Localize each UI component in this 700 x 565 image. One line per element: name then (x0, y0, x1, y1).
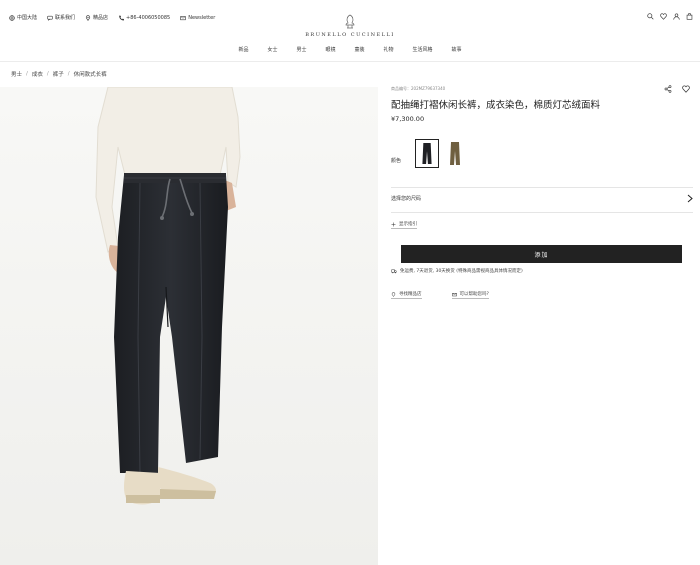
color-swatch-olive[interactable] (443, 139, 467, 168)
nav-item-men[interactable]: 男士 (296, 46, 306, 53)
main-nav: 新品 女士 男士 眼镜 童装 礼物 生活风格 故事 (0, 46, 700, 53)
nav-item-new[interactable]: 新品 (238, 46, 248, 53)
nav-item-eyewear[interactable]: 眼镜 (325, 46, 335, 53)
breadcrumb-clothing[interactable]: 成衣 (32, 70, 43, 78)
swatch-trousers-olive-icon (450, 142, 460, 165)
section-divider (391, 212, 693, 213)
nav-item-gifts[interactable]: 礼物 (384, 46, 394, 53)
size-guide-label: 显示指引 (399, 222, 417, 227)
shopping-bag-icon[interactable] (686, 13, 693, 20)
size-selector[interactable]: 选择您的尺码 (391, 194, 693, 203)
nav-item-kids[interactable]: 童装 (355, 46, 365, 53)
breadcrumb-separator: / (46, 71, 49, 77)
product-title: 配抽绳打褶休闲长裤，成衣染色，棉质灯芯绒面料 (391, 100, 601, 111)
section-divider (391, 187, 693, 188)
breadcrumb-separator: / (26, 71, 28, 77)
shipping-info: 免运费, 7天退货, 30天换货 (特殊商品需视商品具体情况而定) (391, 268, 523, 274)
brand-emblem-icon (345, 14, 355, 29)
color-label: 颜色 (391, 158, 402, 164)
size-guide-link[interactable]: 显示指引 (391, 221, 417, 229)
product-sku: 商品编号：202MZ79637340 (391, 86, 446, 91)
breadcrumb: 男士 / 成衣 / 裤子 / 休闲款式长裤 (11, 70, 107, 78)
header: 中国大陆 联系我们 精品店 +86-4006050085 Newsletter … (0, 0, 700, 62)
add-to-cart-button[interactable]: 添加 (401, 245, 682, 263)
delivery-icon (391, 269, 397, 274)
ruler-icon (391, 222, 396, 226)
heart-icon[interactable] (682, 85, 690, 93)
nav-item-lifestyle[interactable]: 生活风格 (413, 46, 433, 53)
need-help-label: 可以帮助您吗? (459, 292, 489, 297)
share-icon[interactable] (664, 85, 672, 93)
nav-item-stories[interactable]: 故事 (452, 46, 462, 53)
nav-item-women[interactable]: 女士 (267, 46, 277, 53)
wishlist-icon[interactable] (660, 13, 667, 20)
header-actions (647, 13, 693, 20)
size-selector-label: 选择您的尺码 (391, 196, 422, 202)
help-links: 寻找精品店 可以帮助您吗? (391, 291, 489, 299)
need-help-link[interactable]: 可以帮助您吗? (451, 291, 489, 299)
product-price: ¥7,300.00 (391, 115, 425, 123)
brand-wordmark: BRUNELLO CUCINELLI (305, 32, 395, 38)
chevron-right-icon (687, 194, 693, 203)
location-pin-icon (391, 291, 396, 297)
mail-icon (451, 292, 457, 296)
breadcrumb-men[interactable]: 男士 (11, 70, 22, 78)
product-photo-illustration (0, 87, 378, 565)
product-image[interactable] (0, 87, 378, 565)
header-divider (0, 61, 700, 62)
shipping-text: 免运费, 7天退货, 30天换货 (特殊商品需视商品具体情况而定) (400, 269, 523, 274)
breadcrumb-casual-trousers: 休闲款式长裤 (73, 72, 107, 78)
brand-logo[interactable]: BRUNELLO CUCINELLI (0, 14, 700, 38)
find-in-store-label: 寻找精品店 (399, 292, 422, 297)
search-icon[interactable] (647, 13, 654, 20)
swatch-trousers-dark-icon (422, 142, 432, 165)
breadcrumb-separator: / (67, 71, 70, 77)
account-icon[interactable] (673, 13, 680, 20)
find-in-store-link[interactable]: 寻找精品店 (391, 291, 422, 299)
color-swatch-navy[interactable] (415, 139, 439, 168)
breadcrumb-trousers[interactable]: 裤子 (53, 70, 64, 78)
